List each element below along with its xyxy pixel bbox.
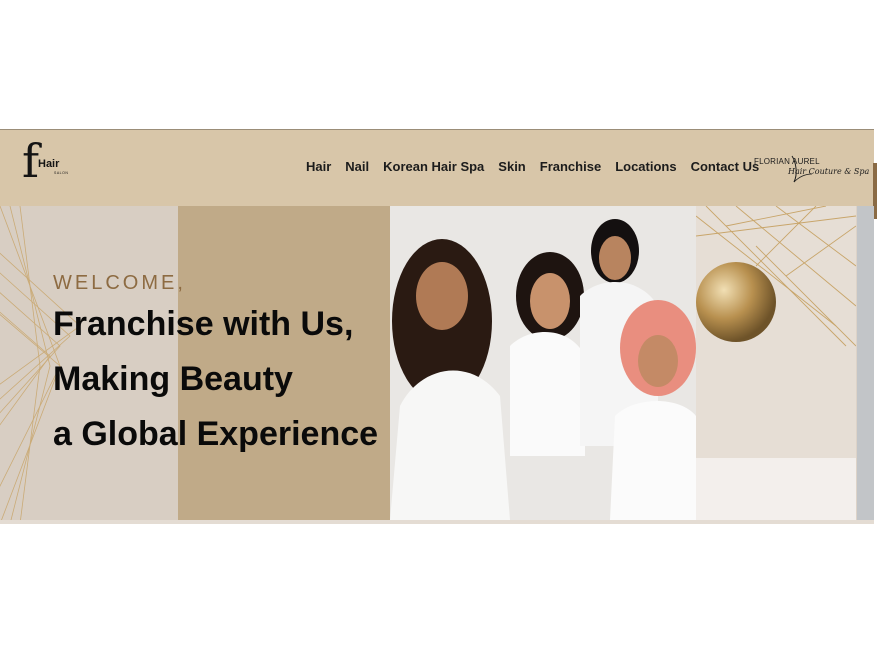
- nav-contact-us[interactable]: Contact Us: [691, 159, 760, 175]
- hero-right-panel: [695, 206, 857, 458]
- nav-skin[interactable]: Skin: [498, 159, 525, 175]
- hero-right-lower-panel: [696, 458, 856, 524]
- hero-welcome: WELCOME,: [53, 272, 186, 294]
- site-header: f Hair SALON Hair Nail Korean Hair Spa S…: [0, 129, 874, 206]
- logo-word: Hair: [38, 158, 60, 170]
- logo[interactable]: f Hair SALON: [22, 138, 82, 194]
- hero-edge-strip: [857, 206, 874, 520]
- logo-initial: f: [22, 134, 40, 188]
- gold-sphere-decoration: [695, 206, 857, 347]
- nav-hair[interactable]: Hair: [306, 159, 331, 175]
- main-nav: Hair Nail Korean Hair Spa Skin Franchise…: [306, 159, 773, 175]
- hero-headline-line-3: a Global Experience: [53, 415, 379, 453]
- hero-bottom-edge: [0, 520, 874, 524]
- nav-locations[interactable]: Locations: [615, 159, 676, 175]
- hero-headline-line-2: Making Beauty: [53, 360, 293, 398]
- nav-korean-hair-spa[interactable]: Korean Hair Spa: [383, 159, 484, 175]
- nav-franchise[interactable]: Franchise: [540, 159, 601, 175]
- partner-tagline: Hair Couture & Spa: [788, 167, 870, 176]
- nav-nail[interactable]: Nail: [345, 159, 369, 175]
- hero-photo: [390, 206, 696, 520]
- models-in-white-photo: [390, 206, 696, 520]
- partner-brand: FLORIAN AUREL: [754, 157, 820, 166]
- hero-headline-line-1: Franchise with Us,: [53, 305, 354, 343]
- partner-logo[interactable]: FLORIAN AUREL Hair Couture & Spa: [754, 152, 870, 184]
- logo-sub: SALON: [54, 171, 69, 175]
